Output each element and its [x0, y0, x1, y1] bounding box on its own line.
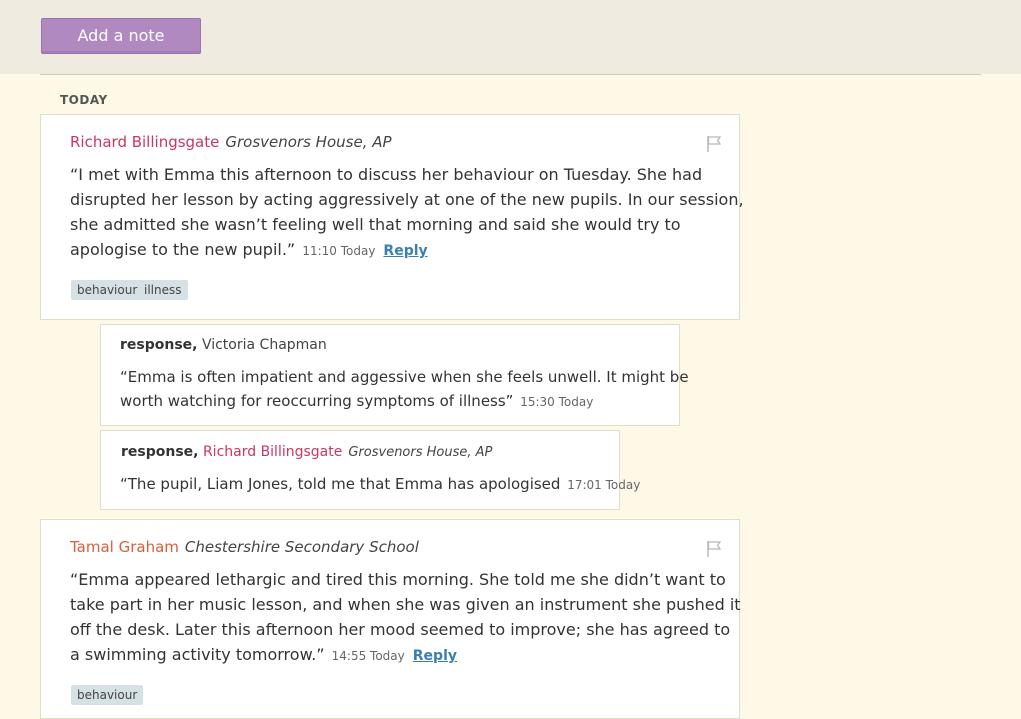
response-text: “The pupil, Liam Jones, told me that Emm… [120, 472, 640, 497]
response-line: “Emma is often impatient and aggessive w… [120, 368, 689, 386]
flag-icon[interactable] [706, 540, 722, 558]
note-line: a swimming activity tomorrow.” [70, 645, 325, 664]
note-card: Tamal Graham Chestershire Secondary Schoo… [40, 519, 741, 719]
note-line: apologise to the new pupil.” [70, 240, 296, 259]
tag-behaviour[interactable]: behaviour [71, 280, 144, 300]
response-prefix: response, [121, 444, 199, 460]
note-line: “I met with Emma this afternoon to discu… [70, 165, 703, 184]
note-line: off the desk. Later this afternoon her m… [70, 620, 731, 639]
reply-link[interactable]: Reply [383, 243, 427, 259]
tag-behaviour[interactable]: behaviour [71, 685, 144, 705]
note-line: “Emma appeared lethargic and tired this … [70, 570, 726, 589]
note-line: disrupted her lesson by acting aggressiv… [70, 190, 744, 209]
response-author[interactable]: Richard Billingsgate [203, 444, 342, 460]
note-timestamp: 11:10 Today [302, 244, 376, 258]
note-timestamp: 14:55 Today [331, 649, 405, 663]
toolbar: Add a note [0, 0, 1021, 74]
response-card: response, Victoria Chapman “Emma is ofte… [100, 324, 689, 426]
note-card: Richard Billingsgate Grosvenors House, AP… [40, 114, 744, 320]
response-card: response, Richard Billingsgate Grosvenors… [100, 430, 640, 510]
note-line: she admitted she wasn’t feeling well tha… [70, 215, 681, 234]
response-line: worth watching for reoccurring symptoms … [120, 392, 514, 410]
response-header: response, Victoria Chapman [120, 337, 327, 353]
note-author-name[interactable]: Richard Billingsgate [70, 133, 219, 151]
reply-link[interactable]: Reply [413, 648, 457, 664]
note-author-name[interactable]: Tamal Graham [70, 538, 179, 556]
divider [40, 74, 981, 75]
note-text: “Emma appeared lethargic and tired this … [70, 567, 741, 669]
note-author-line: Richard Billingsgate Grosvenors House, AP [70, 133, 392, 151]
note-author-org: Grosvenors House, AP [225, 133, 392, 151]
response-timestamp: 17:01 Today [567, 478, 641, 492]
response-author-org: Grosvenors House, AP [348, 445, 493, 460]
add-note-button[interactable]: Add a note [41, 18, 201, 54]
note-text: “I met with Emma this afternoon to discu… [70, 162, 744, 264]
response-line: “The pupil, Liam Jones, told me that Emm… [120, 475, 561, 493]
note-author-line: Tamal Graham Chestershire Secondary Schoo… [70, 538, 419, 556]
note-author-org: Chestershire Secondary School [184, 538, 419, 556]
flag-icon[interactable] [706, 135, 722, 153]
response-timestamp: 15:30 Today [520, 395, 594, 409]
note-line: take part in her music lesson, and when … [70, 595, 741, 614]
response-header: response, Richard Billingsgate Grosvenors… [121, 444, 492, 460]
response-prefix: response, [120, 337, 198, 353]
response-text: “Emma is often impatient and aggessive w… [120, 365, 689, 414]
section-label-today: TODAY [60, 93, 108, 107]
tag-illness[interactable]: illness [138, 280, 188, 300]
response-author[interactable]: Victoria Chapman [202, 337, 327, 353]
